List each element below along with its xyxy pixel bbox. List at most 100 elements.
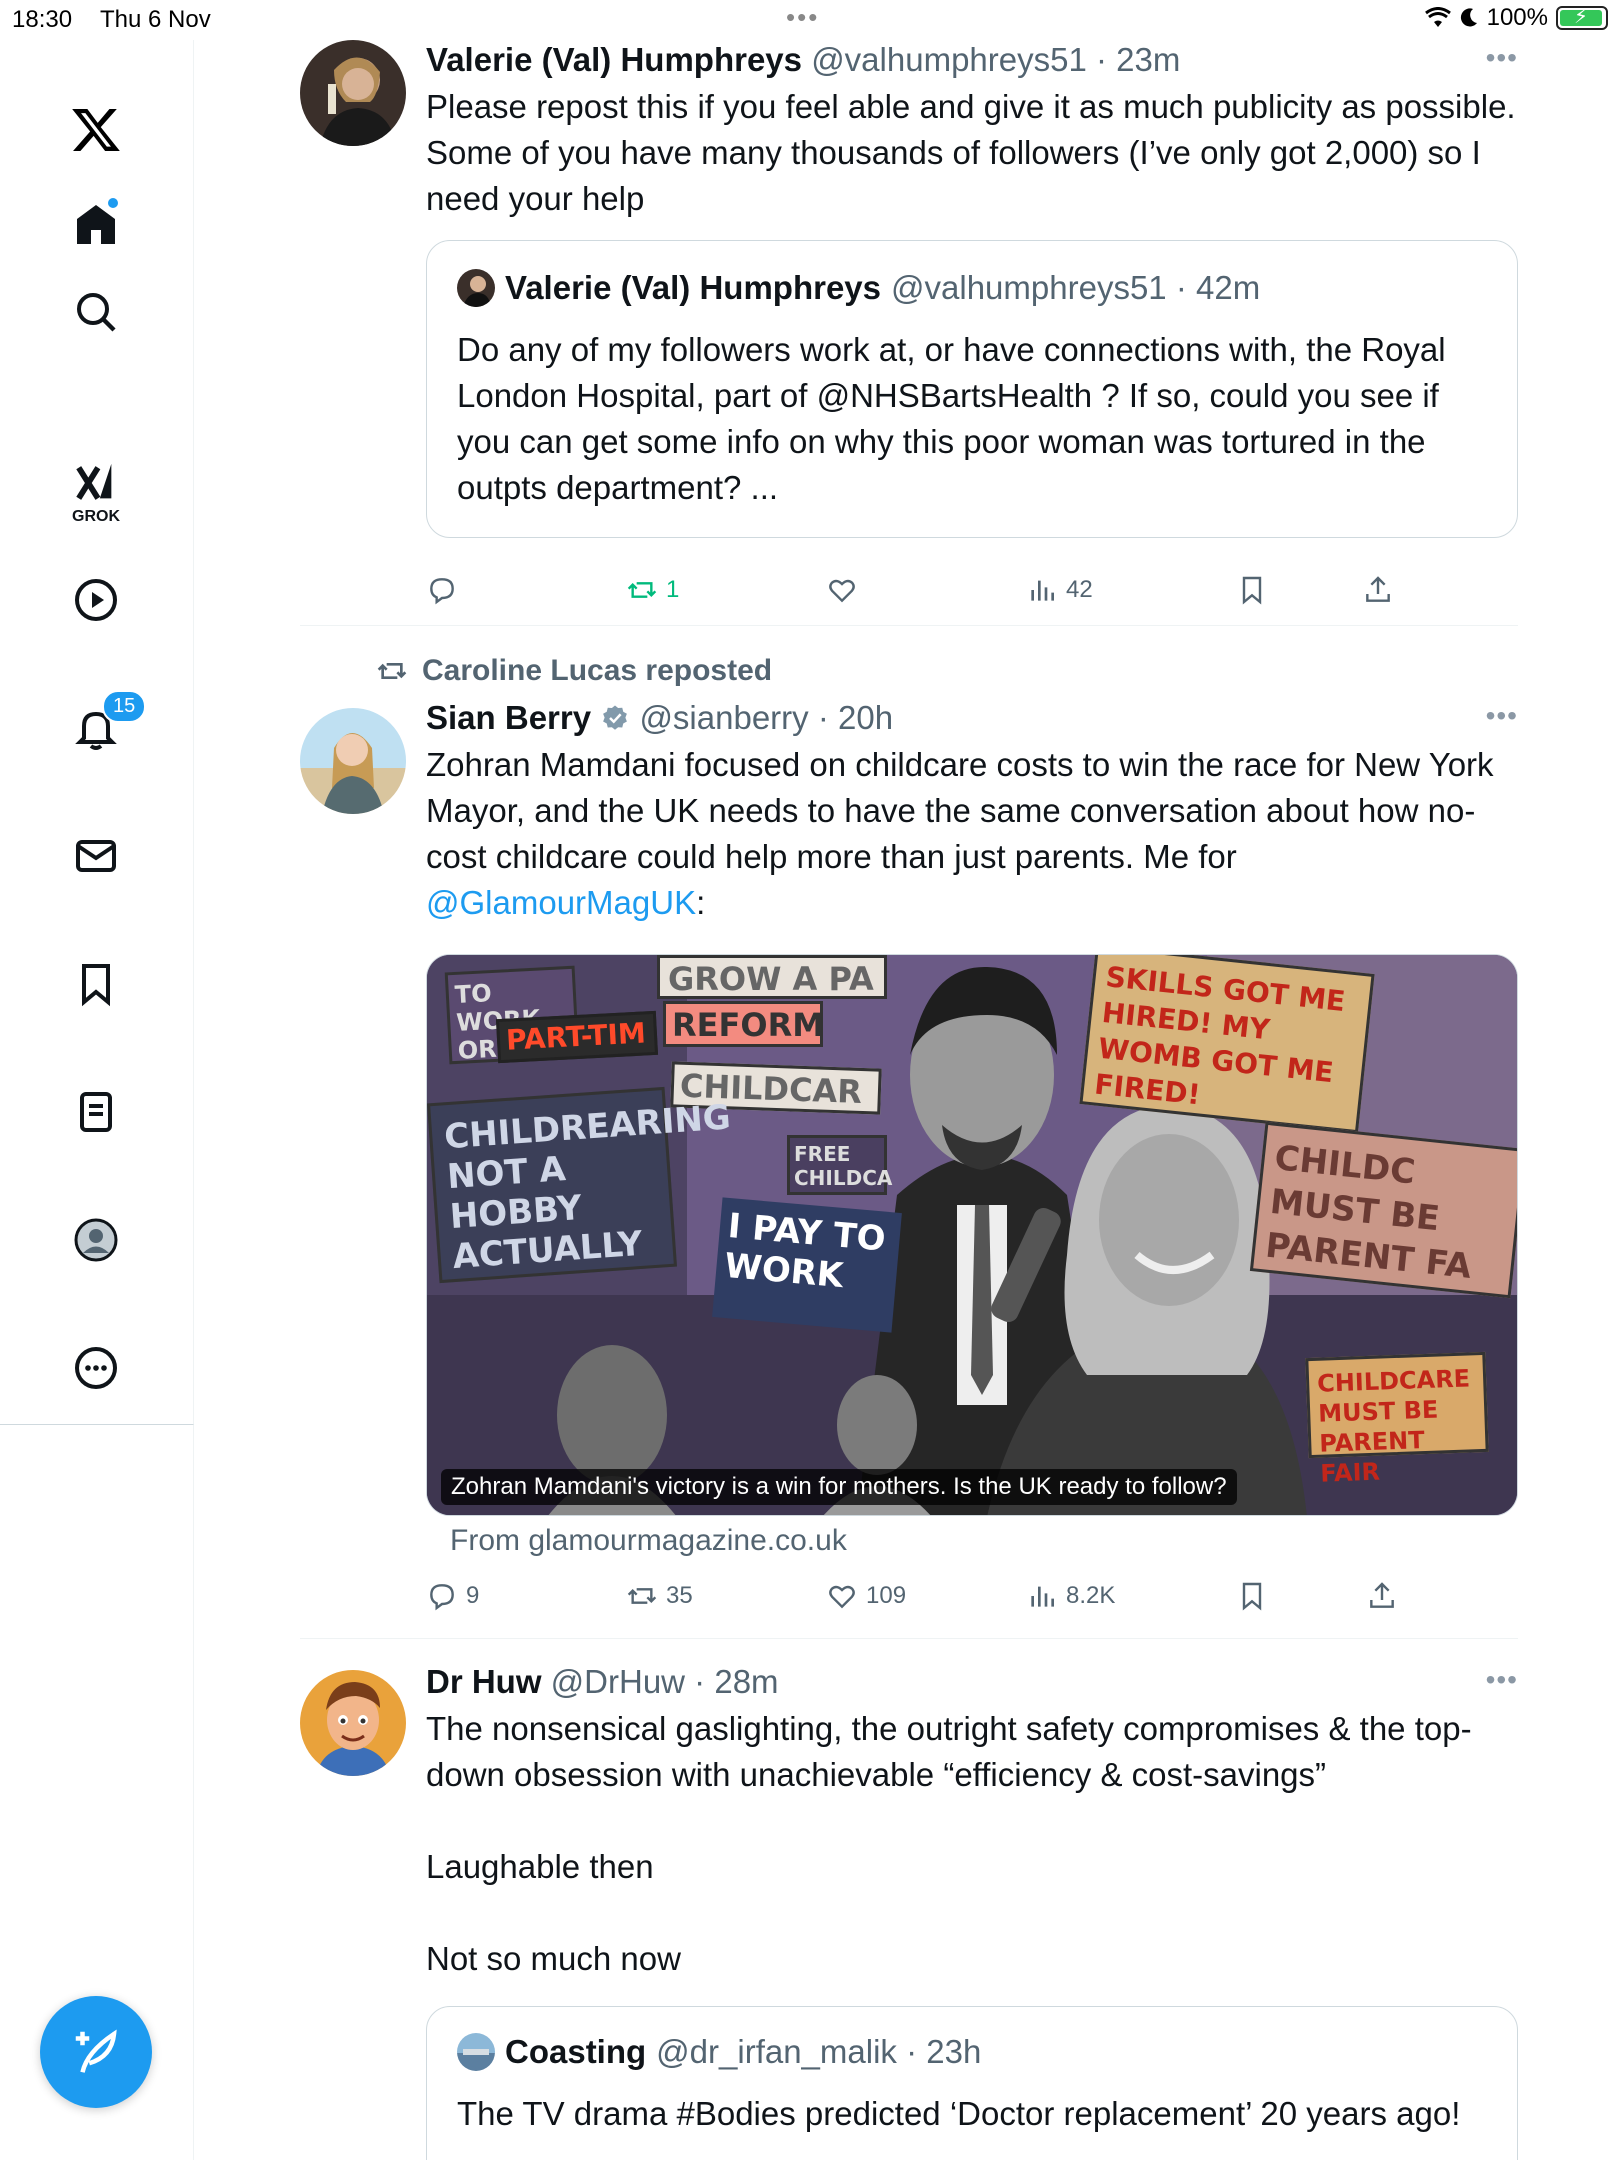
views-button[interactable]: 8.2K	[1026, 1580, 1115, 1612]
mail-icon	[76, 840, 116, 872]
battery-percent: 100%	[1486, 4, 1548, 31]
sidebar-item-grok[interactable]: GROK	[56, 450, 136, 530]
like-button[interactable]	[826, 574, 866, 606]
avatar[interactable]	[300, 708, 406, 814]
tweet-text: Zohran Mamdani focused on childcare cost…	[426, 746, 1494, 921]
verified-badge-icon	[603, 705, 628, 730]
quote-author-name: Valerie (Val) Humphreys	[505, 269, 882, 306]
bookmark-icon	[1242, 1582, 1262, 1611]
compose-button[interactable]	[40, 1996, 152, 2108]
sidebar-item-home[interactable]	[56, 184, 136, 264]
bookmark-button[interactable]	[1236, 1580, 1268, 1612]
like-count: 109	[866, 1582, 907, 1609]
reply-button[interactable]: 9	[426, 1580, 479, 1612]
avatar[interactable]	[300, 1670, 406, 1776]
share-button[interactable]	[1366, 1580, 1398, 1612]
reply-count: 9	[466, 1582, 480, 1609]
author-handle[interactable]: @DrHuw	[551, 1663, 685, 1700]
multitasking-dots-icon[interactable]: •••	[786, 2, 819, 33]
tweet-valerie[interactable]: Valerie (Val) Humphreys @valhumphreys51 …	[300, 38, 1518, 620]
repost-icon	[627, 1588, 657, 1604]
author-name[interactable]: Valerie (Val) Humphreys	[426, 41, 802, 78]
tweet-time[interactable]: 28m	[714, 1663, 778, 1700]
video-icon	[75, 579, 117, 621]
views-icon	[1031, 1586, 1054, 1607]
like-button[interactable]: 109	[826, 1580, 906, 1612]
protest-sign: SKILLS GOT ME HIRED! MY WOMB GOT ME FIRE…	[1079, 955, 1375, 1134]
protest-sign: CHILDCARE MUST BE PARENT FAIR	[1305, 1351, 1489, 1488]
sidebar: GROK 15	[0, 40, 194, 1425]
tweet-actions: 9 35 109 8.2K	[426, 1580, 1518, 1630]
search-icon	[77, 293, 116, 332]
quote-avatar	[457, 269, 495, 307]
views-count: 42	[1066, 576, 1093, 603]
quote-avatar	[457, 2033, 495, 2071]
tweet-time[interactable]: 23m	[1116, 41, 1180, 78]
sidebar-item-video[interactable]	[56, 560, 136, 640]
tweet-divider	[300, 1638, 1518, 1639]
sidebar-item-bookmarks[interactable]	[56, 944, 136, 1024]
avatar[interactable]	[300, 40, 406, 146]
home-unread-dot	[106, 196, 120, 210]
author-name[interactable]: Dr Huw	[426, 1663, 542, 1700]
author-name[interactable]: Sian Berry	[426, 699, 591, 736]
more-options-icon[interactable]: •••	[1486, 42, 1518, 74]
tweet-time[interactable]: 20h	[838, 699, 893, 736]
tweet-actions: 1 42	[426, 574, 1518, 624]
heart-icon	[829, 579, 855, 603]
repost-button[interactable]: 1	[626, 574, 679, 606]
mention-link[interactable]: @GlamourMagUK	[426, 884, 696, 921]
repost-button[interactable]: 35	[626, 1580, 693, 1612]
sidebar-item-notifications[interactable]: 15	[56, 688, 147, 768]
sidebar-item-lists[interactable]	[56, 1072, 136, 1152]
reply-icon	[430, 1584, 454, 1611]
tweet-text-line: Laughable then	[426, 1848, 654, 1885]
repost-icon	[627, 582, 657, 598]
author-handle[interactable]: @valhumphreys51	[811, 41, 1087, 78]
grok-label: GROK	[72, 508, 120, 525]
profile-icon	[74, 1218, 118, 1262]
sidebar-item-search[interactable]	[56, 272, 136, 352]
link-card-image[interactable]: TO WORK OR PART-TIM GROW A PA REFORM CHI…	[426, 954, 1518, 1516]
compose-feather-icon	[75, 2029, 117, 2073]
protest-sign: GROW A PA	[657, 955, 887, 999]
sidebar-item-more[interactable]	[56, 1328, 136, 1408]
quote-time: 42m	[1195, 269, 1261, 306]
quote-author-handle: @dr_irfan_malik	[656, 2033, 897, 2070]
repost-count: 35	[666, 1582, 693, 1609]
quote-author-name: Coasting	[505, 2033, 647, 2070]
views-icon	[1031, 580, 1054, 601]
battery-icon: ⚡	[1556, 6, 1608, 30]
protest-sign: REFORM	[663, 1001, 824, 1047]
reposted-by[interactable]: Caroline Lucas reposted	[376, 654, 772, 688]
protest-sign: FREE CHILDCA	[787, 1135, 892, 1195]
bookmark-button[interactable]	[1236, 574, 1268, 606]
tweet-header: Valerie (Val) Humphreys @valhumphreys51 …	[426, 41, 1181, 78]
tweet-text: Please repost this if you feel able and …	[426, 88, 1516, 217]
quote-author-handle: @valhumphreys51	[891, 269, 1167, 306]
tweet-dr-huw[interactable]: Dr Huw @DrHuw · 28m ••• The nonsensical …	[300, 1660, 1518, 2160]
tweet-text-line: Not so much now	[426, 1940, 681, 1977]
share-icon	[1370, 1582, 1394, 1608]
tweet-sian-berry[interactable]: Caroline Lucas reposted Sian Berry @sian…	[300, 650, 1518, 1630]
views-button[interactable]: 42	[1026, 574, 1093, 606]
quote-text: The TV drama #Bodies predicted ‘Doctor r…	[457, 2095, 1461, 2132]
share-icon	[1366, 576, 1390, 602]
author-handle[interactable]: @sianberry	[639, 699, 808, 736]
quoted-tweet[interactable]: Valerie (Val) Humphreys @valhumphreys51 …	[426, 240, 1518, 538]
quoted-tweet[interactable]: Coasting @dr_irfan_malik · 23h The TV dr…	[426, 2006, 1518, 2160]
sidebar-item-profile[interactable]	[56, 1200, 136, 1280]
more-options-icon[interactable]: •••	[1486, 700, 1518, 732]
lists-icon	[80, 1092, 112, 1132]
more-options-icon[interactable]: •••	[1486, 1664, 1518, 1696]
date: Thu 6 Nov	[100, 6, 211, 33]
wifi-icon	[1424, 7, 1451, 27]
reply-button[interactable]	[426, 574, 466, 606]
bookmark-icon	[82, 964, 110, 1007]
link-source[interactable]: From glamourmagazine.co.uk	[450, 1524, 847, 1558]
more-icon	[75, 1347, 117, 1389]
x-logo-icon[interactable]	[56, 90, 136, 170]
share-button[interactable]	[1362, 574, 1394, 606]
views-count: 8.2K	[1066, 1582, 1116, 1609]
sidebar-item-messages[interactable]	[56, 816, 136, 896]
